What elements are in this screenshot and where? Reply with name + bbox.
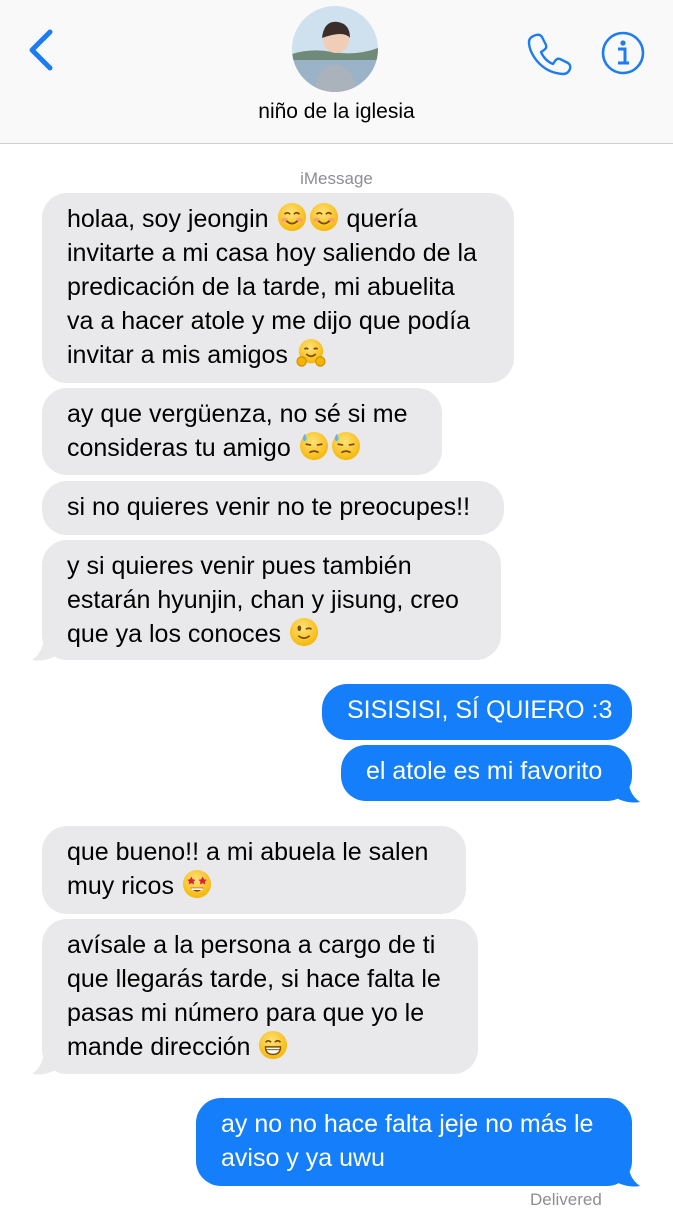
message-line: que llegarás tarde, si hace falta le <box>67 965 441 993</box>
message-line: y si quieres venir pues también <box>67 552 412 580</box>
smiling-face-icon <box>277 202 307 232</box>
message-line: estarán hyunjin, chan y jisung, creo <box>67 586 459 614</box>
hugging-face-icon <box>296 338 326 368</box>
message-line: ay que vergüenza, no sé si me <box>67 400 408 428</box>
info-icon[interactable] <box>600 30 646 76</box>
incoming-bubble-tail <box>32 1048 56 1075</box>
smiling-face-icon <box>309 202 339 232</box>
incoming-message[interactable]: y si quieres venir pues también estarán … <box>42 540 501 660</box>
message-line: consideras tu amigo <box>67 431 442 465</box>
delivered-status: Delivered <box>530 1190 602 1209</box>
outgoing-message[interactable]: ay no no hace falta jeje no más le aviso… <box>196 1098 632 1186</box>
downcast-sweat-face-icon <box>331 431 361 461</box>
phone-icon[interactable] <box>526 30 572 76</box>
back-chevron-icon[interactable] <box>24 28 64 72</box>
message-line: si no quieres venir no te preocupes!! <box>67 493 471 521</box>
message-line: el atole es mi favorito <box>366 757 603 785</box>
downcast-sweat-face-icon <box>299 431 329 461</box>
grinning-face-icon <box>258 1030 288 1060</box>
incoming-message[interactable]: avísale a la persona a cargo de ti que l… <box>42 919 478 1074</box>
outgoing-bubble-tail <box>616 1160 640 1187</box>
message-line: que ya los conoces <box>67 617 501 651</box>
message-line: invitarte a mi casa hoy saliendo de la <box>67 239 477 267</box>
contact-name[interactable]: niño de la iglesia <box>0 100 673 124</box>
incoming-message[interactable]: ay que vergüenza, no sé si me consideras… <box>42 388 442 475</box>
message-line: SISISISI, SÍ QUIERO :3 <box>347 696 613 724</box>
message-line: invitar a mis amigos <box>67 338 514 372</box>
message-line: aviso y ya uwu <box>221 1144 385 1172</box>
conversation-header: niño de la iglesia <box>0 0 673 144</box>
incoming-message[interactable]: holaa, soy jeongin quería invitarte a mi… <box>42 193 514 383</box>
contact-avatar[interactable] <box>292 6 378 92</box>
avatar-photo <box>292 6 378 92</box>
message-line: holaa, soy jeongin quería <box>67 202 514 236</box>
message-line: predicación de la tarde, mi abuelita <box>67 273 455 301</box>
incoming-message[interactable]: que bueno!! a mi abuela le salen muy ric… <box>42 826 466 914</box>
outgoing-message[interactable]: SISISISI, SÍ QUIERO :3 <box>322 684 632 740</box>
message-line: muy ricos <box>67 869 466 903</box>
winking-face-icon <box>289 617 319 647</box>
message-line: que bueno!! a mi abuela le salen <box>67 838 429 866</box>
outgoing-bubble-tail <box>616 776 640 803</box>
message-line: avísale a la persona a cargo de ti <box>67 931 436 959</box>
incoming-bubble-tail <box>32 634 56 661</box>
message-line: mande dirección <box>67 1030 478 1064</box>
outgoing-message[interactable]: el atole es mi favorito <box>341 745 632 801</box>
star-struck-face-icon <box>182 869 212 899</box>
message-line: va a hacer atole y me dijo que podía <box>67 307 471 335</box>
service-label: iMessage <box>300 169 373 188</box>
message-line: pasas mi número para que yo le <box>67 999 425 1027</box>
message-line: ay no no hace falta jeje no más le <box>221 1110 594 1138</box>
incoming-message[interactable]: si no quieres venir no te preocupes!! <box>42 481 504 535</box>
